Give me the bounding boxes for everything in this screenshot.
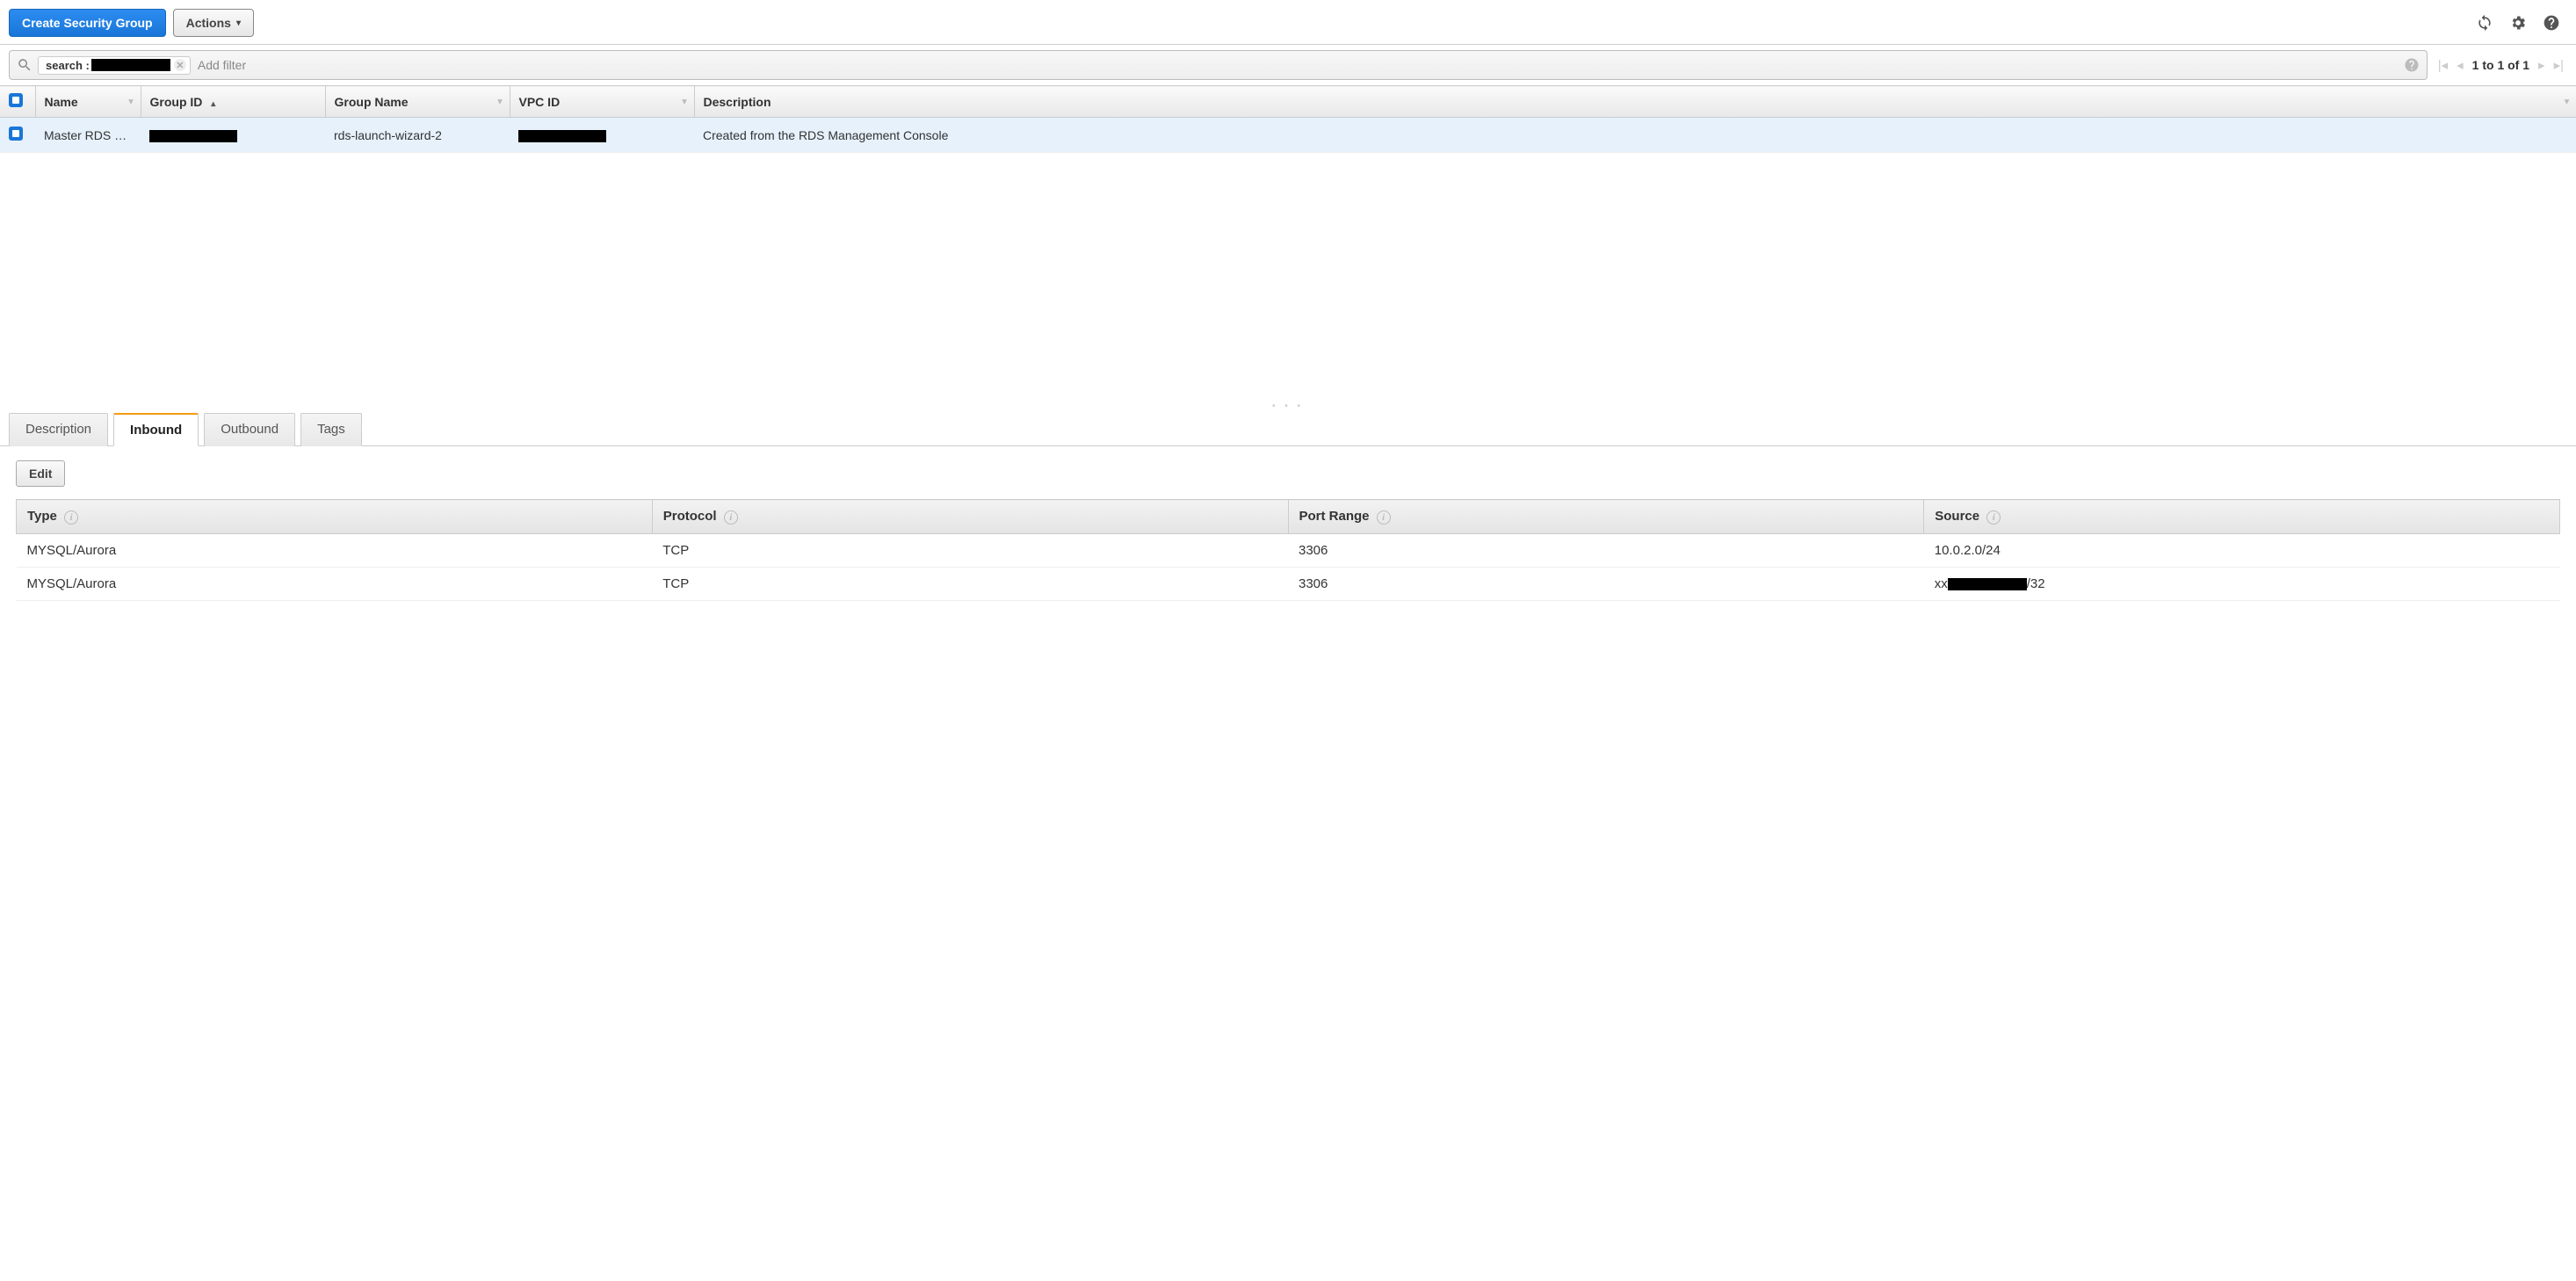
redacted-value bbox=[518, 130, 606, 142]
filter-row: search : ✕ Add filter |◂ ◂ 1 to 1 of 1 ▸… bbox=[0, 45, 2576, 85]
col-name[interactable]: Name ▾ bbox=[35, 86, 141, 118]
rule-row: MYSQL/Aurora TCP 3306 xx/32 bbox=[17, 568, 2560, 601]
gear-icon[interactable] bbox=[2509, 14, 2527, 32]
pagination-text: 1 to 1 of 1 bbox=[2472, 58, 2529, 72]
col-description[interactable]: Description ▾ bbox=[694, 86, 2576, 118]
security-groups-table: Name ▾ Group ID ▴ Group Name ▾ VPC ID ▾ … bbox=[0, 85, 2576, 153]
page-first-icon[interactable]: |◂ bbox=[2438, 57, 2448, 73]
toolbar: Create Security Group Actions ▾ bbox=[0, 0, 2576, 45]
cell-name: Master RDS … bbox=[35, 118, 141, 153]
redacted-value bbox=[149, 130, 237, 142]
chevron-down-icon: ▾ bbox=[682, 97, 686, 106]
rule-port-range: 3306 bbox=[1288, 534, 1924, 568]
rule-protocol: TCP bbox=[652, 568, 1288, 601]
info-icon[interactable]: i bbox=[1986, 510, 2001, 525]
actions-button[interactable]: Actions ▾ bbox=[173, 9, 254, 37]
create-security-group-button[interactable]: Create Security Group bbox=[9, 9, 166, 37]
remove-chip-icon[interactable]: ✕ bbox=[174, 59, 186, 71]
inbound-panel: Edit Type i Protocol i Port Range i Sour… bbox=[0, 446, 2576, 615]
chevron-down-icon: ▾ bbox=[2565, 97, 2569, 106]
row-checkbox[interactable] bbox=[9, 127, 23, 141]
chevron-down-icon: ▾ bbox=[128, 97, 133, 106]
sort-asc-icon: ▴ bbox=[211, 99, 215, 109]
rule-row: MYSQL/Aurora TCP 3306 10.0.2.0/24 bbox=[17, 534, 2560, 568]
rule-source: 10.0.2.0/24 bbox=[1924, 534, 2560, 568]
cell-group-id bbox=[141, 118, 325, 153]
col-rule-protocol: Protocol i bbox=[652, 500, 1288, 534]
split-handle[interactable]: • • • bbox=[0, 402, 2576, 412]
pagination: |◂ ◂ 1 to 1 of 1 ▸ ▸| bbox=[2435, 57, 2567, 73]
col-rule-type: Type i bbox=[17, 500, 653, 534]
info-icon[interactable]: i bbox=[724, 510, 738, 525]
cell-vpc-id bbox=[510, 118, 694, 153]
page-last-icon[interactable]: ▸| bbox=[2554, 57, 2564, 73]
rule-type: MYSQL/Aurora bbox=[17, 534, 653, 568]
rule-protocol: TCP bbox=[652, 534, 1288, 568]
search-input[interactable]: search : ✕ Add filter bbox=[9, 50, 2428, 80]
help-icon[interactable] bbox=[2543, 14, 2560, 32]
inbound-rules-table: Type i Protocol i Port Range i Source i bbox=[16, 499, 2560, 601]
cell-description: Created from the RDS Management Console bbox=[694, 118, 2576, 153]
chevron-down-icon: ▾ bbox=[236, 18, 241, 28]
page-prev-icon[interactable]: ◂ bbox=[2457, 57, 2464, 73]
refresh-icon[interactable] bbox=[2476, 14, 2493, 32]
redacted-value bbox=[1948, 578, 2027, 590]
tab-tags[interactable]: Tags bbox=[300, 413, 362, 446]
col-rule-port-range: Port Range i bbox=[1288, 500, 1924, 534]
toolbar-icons bbox=[2476, 14, 2567, 32]
col-vpc-id[interactable]: VPC ID ▾ bbox=[510, 86, 694, 118]
cell-group-name: rds-launch-wizard-2 bbox=[325, 118, 510, 153]
search-help-icon[interactable] bbox=[2404, 57, 2420, 73]
tab-outbound[interactable]: Outbound bbox=[204, 413, 295, 446]
rule-source: xx/32 bbox=[1924, 568, 2560, 601]
redacted-value bbox=[91, 59, 170, 71]
tab-description[interactable]: Description bbox=[9, 413, 108, 446]
col-group-name[interactable]: Group Name ▾ bbox=[325, 86, 510, 118]
chevron-down-icon: ▾ bbox=[497, 97, 502, 106]
tab-inbound[interactable]: Inbound bbox=[113, 413, 199, 446]
add-filter-placeholder: Add filter bbox=[198, 58, 246, 72]
search-chip-prefix: search : bbox=[46, 59, 90, 72]
info-icon[interactable]: i bbox=[64, 510, 78, 525]
info-icon[interactable]: i bbox=[1377, 510, 1391, 525]
col-checkbox bbox=[0, 86, 35, 118]
security-groups-table-area: Name ▾ Group ID ▴ Group Name ▾ VPC ID ▾ … bbox=[0, 85, 2576, 402]
select-all-checkbox[interactable] bbox=[9, 93, 23, 107]
detail-tabs: Description Inbound Outbound Tags bbox=[0, 412, 2576, 446]
edit-button[interactable]: Edit bbox=[16, 460, 65, 487]
search-icon bbox=[17, 57, 33, 73]
col-group-id[interactable]: Group ID ▴ bbox=[141, 86, 325, 118]
rule-port-range: 3306 bbox=[1288, 568, 1924, 601]
actions-label: Actions bbox=[186, 16, 231, 30]
col-rule-source: Source i bbox=[1924, 500, 2560, 534]
rule-type: MYSQL/Aurora bbox=[17, 568, 653, 601]
page-next-icon[interactable]: ▸ bbox=[2538, 57, 2545, 73]
search-chip: search : ✕ bbox=[38, 56, 191, 75]
table-row[interactable]: Master RDS … rds-launch-wizard-2 Created… bbox=[0, 118, 2576, 153]
